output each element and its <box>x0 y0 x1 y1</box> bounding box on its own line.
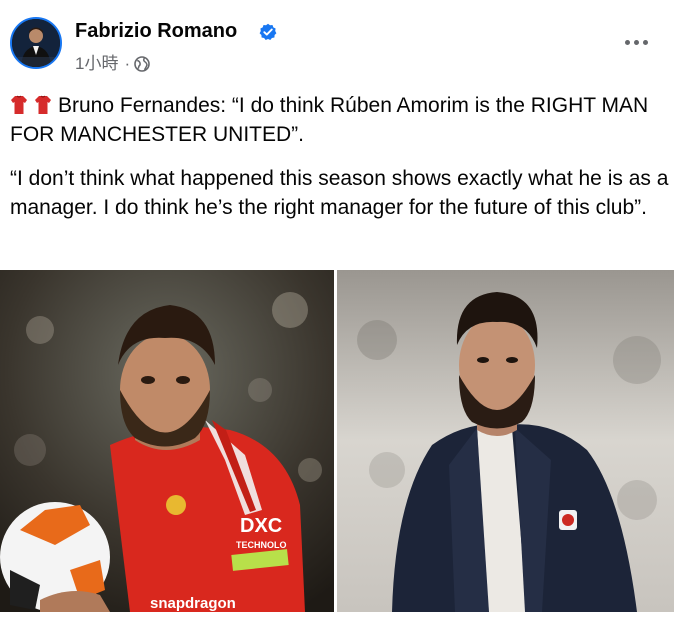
kit-sponsor-text: TECHNOLO <box>236 540 287 550</box>
red-shirt-icon <box>35 95 51 114</box>
post-text-paragraph-1: Bruno Fernandes: “I do think Rúben Amori… <box>10 91 670 149</box>
facebook-post: Fabrizio Romano 1小時 · Bruno Fernandes: “… <box>0 0 674 618</box>
verified-badge-icon <box>259 23 277 40</box>
post-text-line-1: Bruno Fernandes: “I do think Rúben Amori… <box>10 94 649 146</box>
kit-front-text: snapdragon <box>150 595 236 612</box>
red-shirt-icon <box>11 95 27 114</box>
post-meta: 1小時 · <box>75 53 150 75</box>
globe-icon <box>134 56 150 72</box>
meta-separator: · <box>124 54 131 73</box>
post-text-paragraph-2: “I don’t think what happened this season… <box>10 167 669 219</box>
svg-text:DXC: DXC <box>240 515 282 537</box>
post-media: DXC TECHNOLO snapdragon <box>0 270 674 612</box>
post-header: Fabrizio Romano 1小時 · <box>0 0 674 86</box>
more-options-icon[interactable] <box>620 26 652 58</box>
author-avatar[interactable] <box>10 17 62 69</box>
post-text: Bruno Fernandes: “I do think Rúben Amori… <box>10 91 670 237</box>
photo-bruno-fernandes[interactable]: DXC TECHNOLO snapdragon <box>0 270 334 612</box>
photo-ruben-amorim[interactable] <box>337 270 674 612</box>
author-name[interactable]: Fabrizio Romano <box>75 19 237 43</box>
post-timestamp[interactable]: 1小時 <box>75 53 118 75</box>
